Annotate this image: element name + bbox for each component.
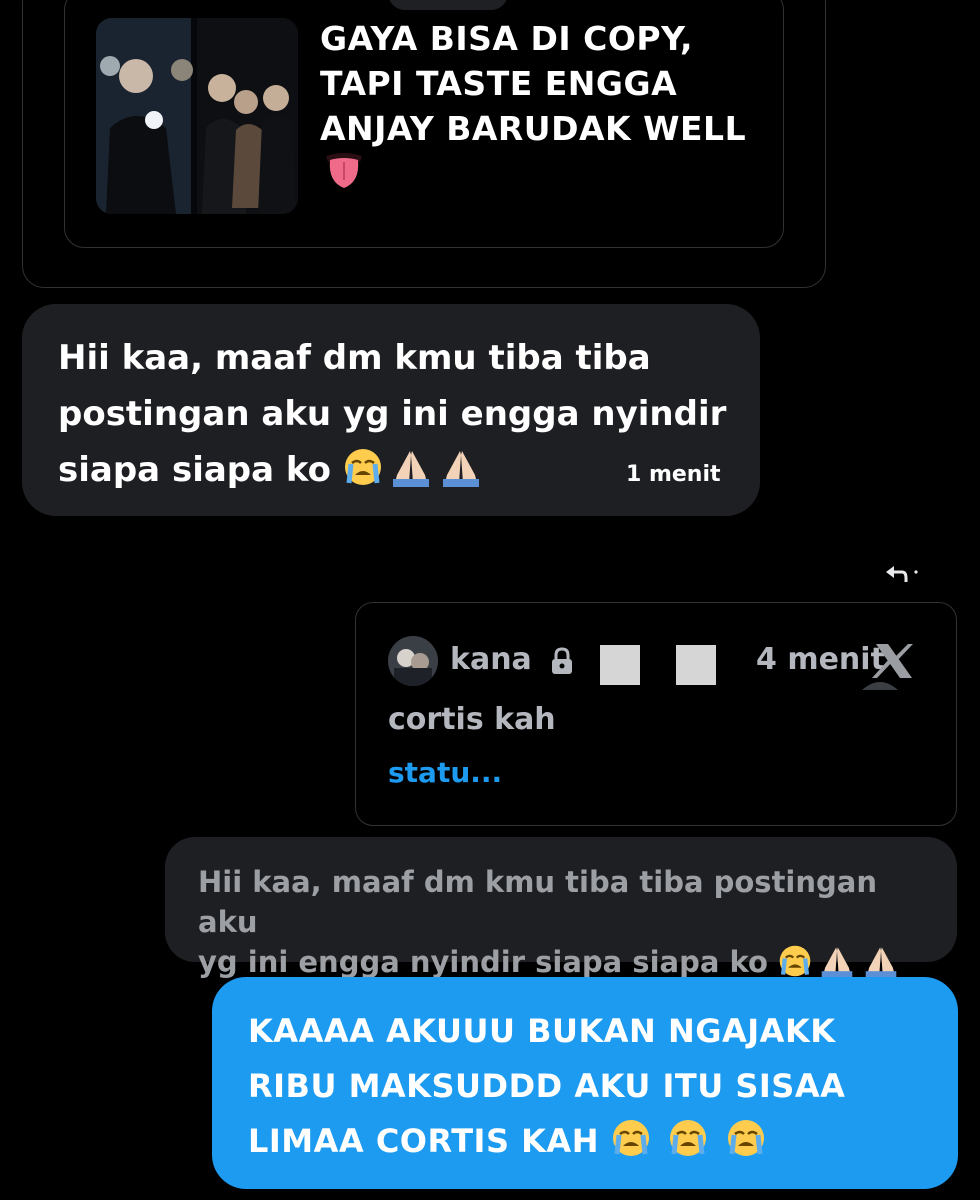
loudly-crying-face-emoji bbox=[726, 1118, 766, 1175]
quoted-tweet-link[interactable]: statu... bbox=[388, 756, 502, 789]
loudly-crying-face-emoji bbox=[611, 1118, 651, 1175]
lock-icon bbox=[552, 647, 572, 674]
reply-arrow-icon[interactable] bbox=[884, 558, 928, 584]
quoted-tweet-text: cortis kah bbox=[388, 702, 556, 737]
tongue-emoji bbox=[326, 153, 362, 188]
loudly-crying-face-emoji bbox=[343, 447, 383, 504]
redacted-block bbox=[676, 645, 716, 685]
x-logo-icon bbox=[862, 644, 913, 690]
folded-hands-emoji bbox=[439, 447, 483, 504]
sent-message-text: KAAAA AKUUU BUKAN NGAJAKK RIBU MAKSUDDD … bbox=[248, 1004, 938, 1175]
shared-post-image[interactable] bbox=[96, 18, 298, 214]
replied-to-message-text: Hii kaa, maaf dm kmu tiba tiba postingan… bbox=[198, 862, 938, 988]
redacted-block bbox=[600, 645, 640, 685]
message-tail bbox=[388, 0, 508, 10]
shared-post-text: GAYA BISA DI COPY, TAPI TASTE ENGGA ANJA… bbox=[320, 19, 747, 148]
loudly-crying-face-emoji bbox=[668, 1118, 708, 1175]
folded-hands-emoji bbox=[389, 447, 433, 504]
received-message-time: 1 menit bbox=[626, 462, 721, 487]
avatar[interactable] bbox=[388, 636, 438, 686]
quoted-author-name[interactable]: kana bbox=[450, 642, 532, 677]
